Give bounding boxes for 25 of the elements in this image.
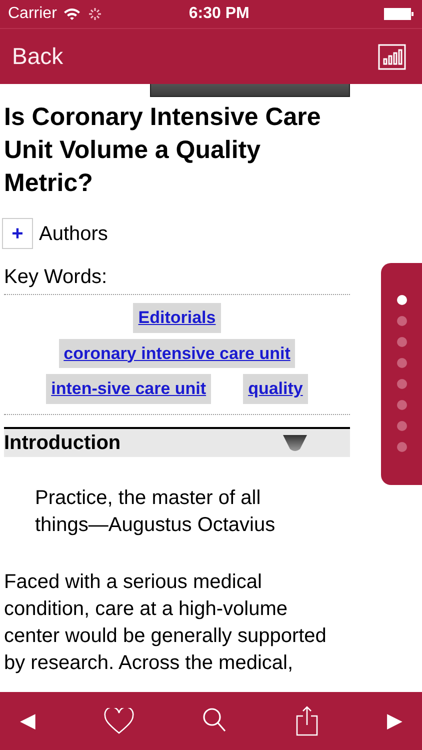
wifi-icon <box>62 7 81 21</box>
keyword-link[interactable]: Editorials <box>133 303 221 332</box>
back-button[interactable]: Back <box>12 39 64 74</box>
clock-time: 6:30 PM <box>188 4 250 24</box>
previous-button[interactable]: ◀ <box>20 706 35 736</box>
spinner-icon <box>88 8 101 20</box>
keyword-link[interactable]: quality <box>243 374 308 404</box>
share-icon[interactable] <box>296 706 318 736</box>
authors-label: Authors <box>39 222 108 246</box>
battery-icon <box>384 8 414 20</box>
article-title: Is Coronary Intensive Care Unit Volume a Quality Metric? <box>4 102 322 199</box>
epigraph-quote: Practice, the master of all things—Augustus Octavius <box>35 486 276 538</box>
partly-hidden-button[interactable] <box>150 84 350 97</box>
carrier-label: Carrier <box>8 4 57 24</box>
search-icon[interactable] <box>203 708 227 734</box>
body-paragraph: Faced with a serious medical condition, care at a high-volume center would be generally supported by research. Across the medical, <box>4 570 328 676</box>
collapse-caret-icon[interactable] <box>282 434 308 452</box>
heart-icon[interactable] <box>104 708 134 734</box>
keyword-link[interactable]: inten-sive care unit <box>46 374 212 404</box>
bar-chart-icon[interactable] <box>378 44 406 70</box>
next-button[interactable]: ▶ <box>387 706 402 736</box>
key-words-label: Key Words: <box>4 262 350 295</box>
keyword-link[interactable]: coronary intensive care unit <box>58 338 296 368</box>
section-heading: Introduction <box>4 430 121 456</box>
expand-authors-button[interactable]: + <box>2 218 33 249</box>
